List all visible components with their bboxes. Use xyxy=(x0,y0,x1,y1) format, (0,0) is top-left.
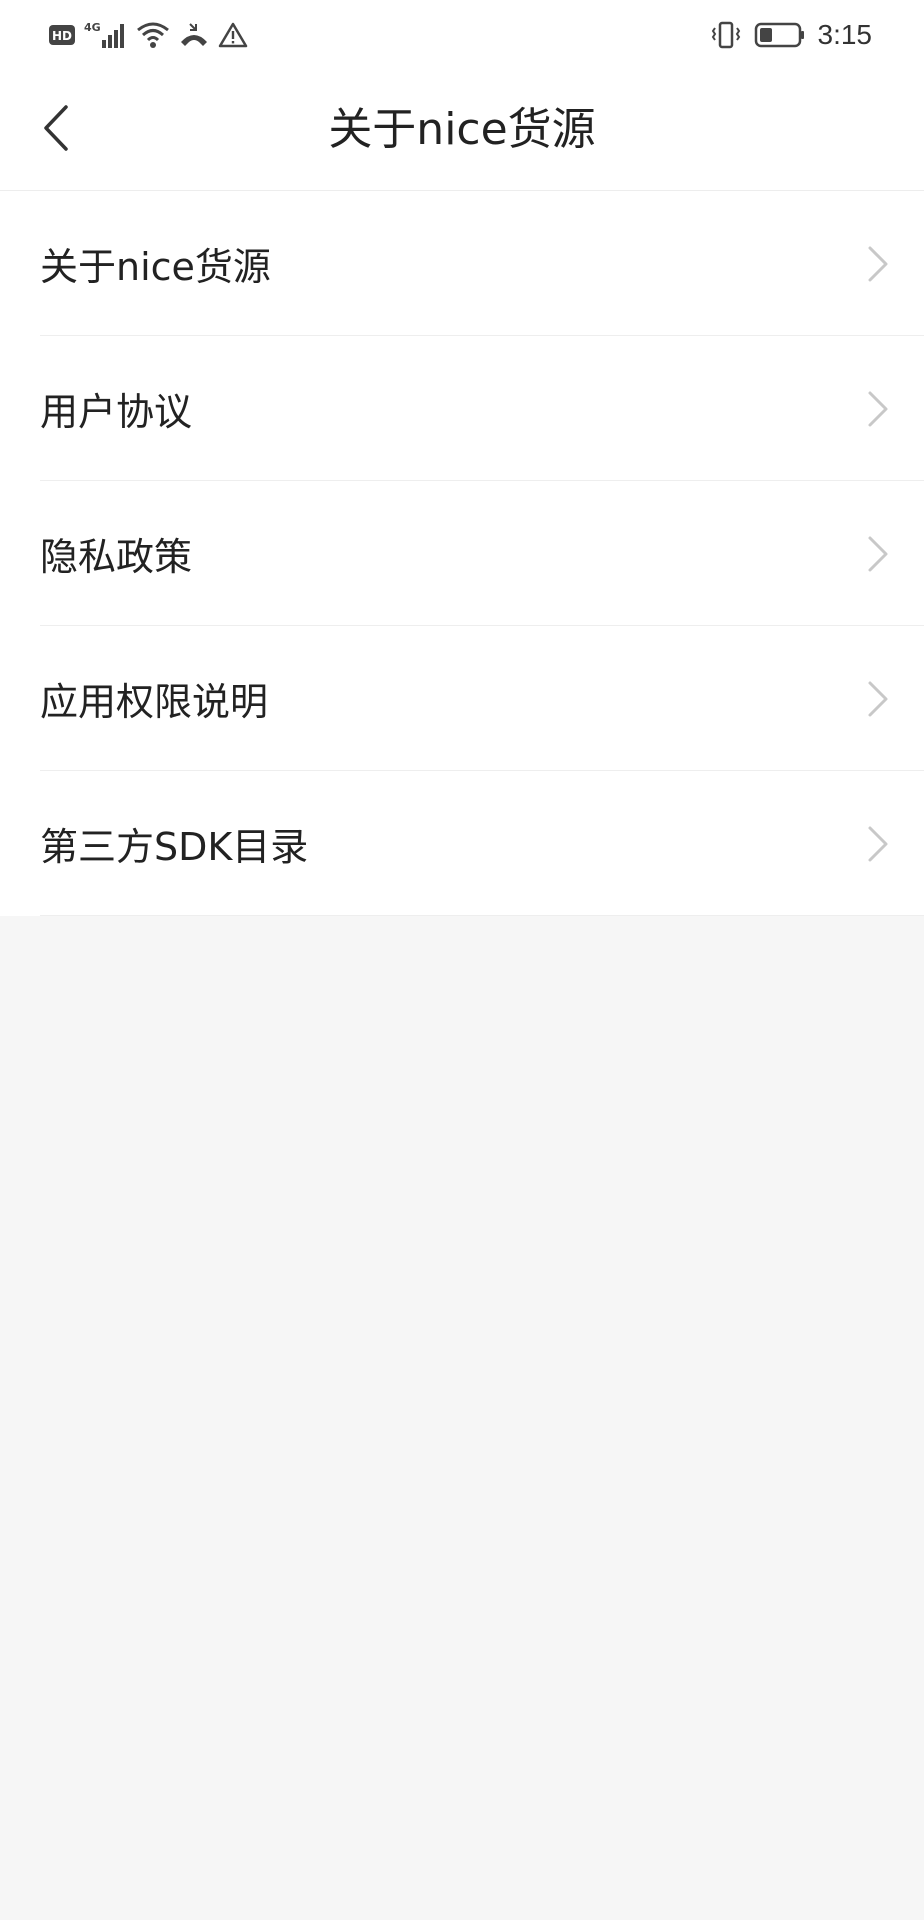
warning-icon xyxy=(218,21,248,49)
menu-item-label: 用户协议 xyxy=(40,390,193,434)
status-bar: HD 4G 3:15 xyxy=(0,0,924,70)
page-title: 关于nice货源 xyxy=(328,104,596,155)
menu-item-user-agreement[interactable]: 用户协议 xyxy=(0,336,924,481)
menu-item-label: 第三方SDK目录 xyxy=(40,825,309,869)
signal-4g-icon: 4G xyxy=(84,20,128,50)
menu-item-app-permissions[interactable]: 应用权限说明 xyxy=(0,626,924,771)
chevron-right-icon xyxy=(866,244,890,284)
chevron-right-icon xyxy=(866,389,890,429)
nav-bar: 关于nice货源 xyxy=(0,70,924,191)
menu-item-privacy-policy[interactable]: 隐私政策 xyxy=(0,481,924,626)
status-right-icons: 3:15 xyxy=(710,18,873,52)
menu-item-about[interactable]: 关于nice货源 xyxy=(0,191,924,336)
chevron-right-icon xyxy=(866,679,890,719)
hd-label: HD xyxy=(52,29,72,43)
hd-icon: HD xyxy=(48,23,76,47)
menu-list: 关于nice货源 用户协议 隐私政策 应用权限说明 第三方SDK目录 xyxy=(0,191,924,916)
vibrate-icon xyxy=(710,20,742,50)
status-time: 3:15 xyxy=(817,19,873,50)
menu-item-third-party-sdk[interactable]: 第三方SDK目录 xyxy=(0,771,924,916)
status-left-icons: HD 4G xyxy=(48,18,248,52)
menu-item-label: 隐私政策 xyxy=(40,535,193,579)
network-label: 4G xyxy=(84,21,101,34)
wifi-icon xyxy=(136,20,170,50)
chevron-right-icon xyxy=(866,824,890,864)
chevron-right-icon xyxy=(866,534,890,574)
menu-item-label: 应用权限说明 xyxy=(40,680,269,724)
call-icon xyxy=(178,20,210,50)
battery-icon xyxy=(754,20,806,50)
menu-item-label: 关于nice货源 xyxy=(40,245,271,289)
